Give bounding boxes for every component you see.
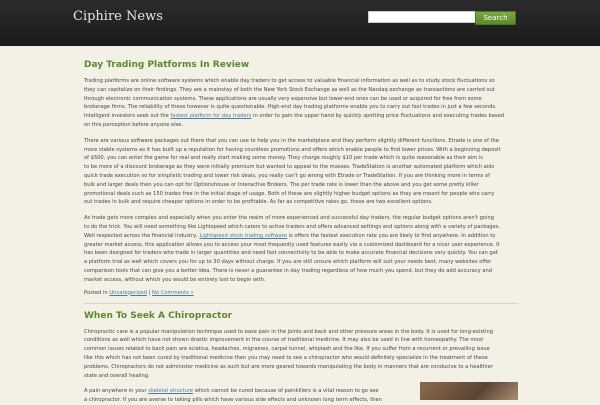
text-line: like this which has not been cured by tr…	[84, 354, 518, 363]
text-line: out trades in bulk and require cheaper o…	[84, 198, 518, 207]
text-line: has been designed for traders who trade …	[84, 249, 518, 258]
search-input[interactable]	[368, 11, 476, 23]
text-segment: As trade gets more complex and especiall…	[84, 215, 495, 222]
text-line: common issues related to back pain are s…	[84, 345, 518, 354]
text-line: to do the trick. You will need something…	[84, 223, 518, 232]
post-meta: Posted in Uncategorized | No Comments »	[84, 290, 518, 296]
text-line: more stable systems as it has built up a…	[84, 146, 518, 155]
text-segment: to do the trick. You will need something…	[84, 223, 501, 230]
text-segment: brokerage firms. The reliability of thes…	[84, 104, 497, 111]
site-title[interactable]: Ciphire News	[73, 9, 163, 24]
post-paragraph: As trade gets more complex and especiall…	[84, 214, 518, 284]
text-segment: promotional deals such as 150 trades fre…	[84, 190, 495, 197]
text-segment: Well respected across the financial indu…	[84, 232, 200, 239]
text-segment: common issues related to back pain are s…	[84, 346, 490, 353]
post-paragraph: There are various software packages out …	[84, 137, 518, 207]
inline-link[interactable]: skeletal structure	[148, 388, 193, 394]
text-segment: in order to gain the upper hand by quick…	[251, 113, 505, 120]
text-segment: There are various software packages out …	[84, 137, 499, 144]
text-segment: is offers the fastest execution rate you…	[286, 232, 496, 239]
text-segment: A pain anywhere in your	[84, 388, 149, 395]
text-segment: greater market access, this application …	[84, 241, 500, 248]
text-segment: through electronic communication systems…	[84, 95, 482, 102]
text-line: of $500, you can enter the game for real…	[84, 154, 518, 163]
text-segment: quick trade execution so for simplistic …	[84, 172, 490, 179]
text-line: brokerage firms. The reliability of thes…	[84, 103, 518, 112]
text-line: quick trade execution so for simplistic …	[84, 172, 518, 181]
text-segment: a platform trial as well which covers yo…	[84, 259, 492, 266]
post-paragraph: Trading platforms are online software sy…	[84, 77, 518, 130]
text-segment: like this which has not been cured by tr…	[84, 354, 488, 361]
text-segment: a chiropractor. If you are averse to tak…	[84, 397, 382, 404]
text-segment: which cannot be cured because of painkil…	[193, 388, 379, 395]
text-line: promotional deals such as 150 trades fre…	[84, 190, 518, 199]
text-line: Well respected across the financial indu…	[84, 232, 518, 241]
text-line: comparison tools that can give you a bet…	[84, 267, 518, 276]
inline-link[interactable]: Lightspeed stock trading software	[199, 233, 286, 239]
text-segment: on this perception before anyone else.	[84, 121, 184, 128]
text-segment: to be more of a discount brokerage as th…	[84, 164, 495, 171]
text-line: a platform trial as well which covers yo…	[84, 258, 518, 267]
posted-in-label: Posted in	[84, 289, 110, 296]
text-segment: Chiropractic care is a popular manipulat…	[84, 328, 493, 335]
text-segment: Intelligent investors seek out the	[84, 113, 171, 120]
text-segment: conditions as well which have not shown …	[84, 337, 484, 344]
text-segment: bulk and larger deals then you can opt f…	[84, 181, 479, 188]
chiropractor-photo	[420, 382, 518, 400]
text-line: Chiropractic care is a popular manipulat…	[84, 328, 518, 337]
post-divider	[84, 302, 518, 304]
inline-link[interactable]: fastest platform for day traders	[170, 113, 251, 119]
text-segment: out trades in bulk and require cheaper o…	[84, 199, 433, 206]
text-line: Trading platforms are online software sy…	[84, 77, 518, 86]
text-line: bulk and larger deals then you can opt f…	[84, 181, 518, 190]
text-line: conditions as well which have not shown …	[84, 336, 518, 345]
text-segment: they can capitalize on their findings. T…	[84, 86, 495, 93]
text-segment: state and overall healing.	[84, 372, 150, 379]
text-line: through electronic communication systems…	[84, 95, 518, 104]
text-line: they can capitalize on their findings. T…	[84, 86, 518, 95]
search-button[interactable]: Search	[475, 11, 516, 25]
text-line: Intelligent investors seek out the faste…	[84, 112, 518, 121]
text-segment: market access, without which you would b…	[84, 276, 266, 283]
text-segment: more stable systems as it has built up a…	[84, 146, 501, 153]
comments-link[interactable]: No Comments »	[152, 290, 194, 296]
text-line: state and overall healing.	[84, 372, 518, 381]
text-segment: of $500, you can enter the game for real…	[84, 155, 483, 162]
post-title[interactable]: When To Seek A Chiropractor	[84, 311, 518, 321]
text-segment: problems. Chiropractors do not administe…	[84, 363, 493, 370]
text-line: to be more of a discount brokerage as th…	[84, 163, 518, 172]
text-line: market access, without which you would b…	[84, 276, 518, 285]
text-line: problems. Chiropractors do not administe…	[84, 363, 518, 372]
text-line: on this perception before anyone else.	[84, 121, 518, 130]
category-link[interactable]: Uncategorized	[109, 290, 147, 296]
post-paragraph: Chiropractic care is a popular manipulat…	[84, 328, 518, 381]
text-segment: Trading platforms are online software sy…	[84, 78, 495, 84]
main-content: Day Trading Platforms In Review Trading …	[84, 60, 518, 405]
text-line: There are various software packages out …	[84, 137, 518, 146]
post-title[interactable]: Day Trading Platforms In Review	[84, 60, 518, 70]
text-segment: has been designed for traders who trade …	[84, 250, 498, 257]
site-header: Ciphire News Search	[0, 0, 600, 46]
text-segment: comparison tools that can give you a bet…	[84, 267, 492, 274]
text-line: greater market access, this application …	[84, 241, 518, 250]
text-line: As trade gets more complex and especiall…	[84, 214, 518, 223]
